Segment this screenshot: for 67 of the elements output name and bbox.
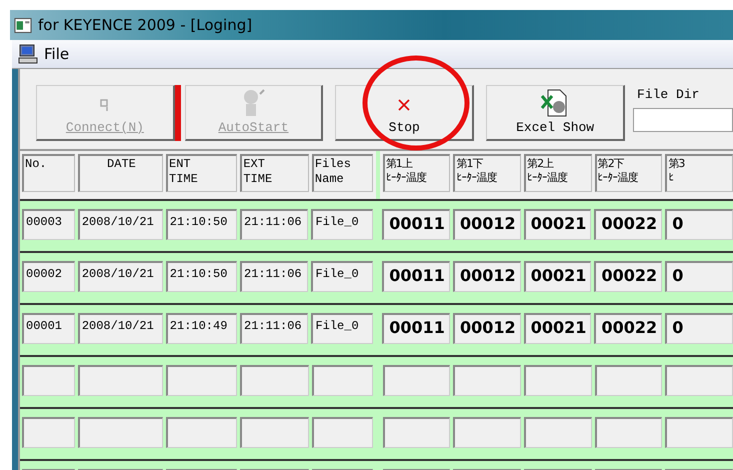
column-header: 第3 ﾋ — [665, 154, 733, 192]
table-cell: 21:11:06 — [240, 261, 308, 292]
table-cell: 21:11:06 — [240, 313, 308, 344]
table-cell: 00011 — [382, 209, 450, 240]
file-dir-label: File Dir — [637, 87, 700, 102]
table-cell: 00003 — [22, 209, 75, 240]
app-icon — [14, 18, 32, 32]
empty-cell — [524, 365, 592, 396]
column-header: EXT TIME — [240, 154, 309, 192]
empty-cell — [594, 365, 662, 396]
empty-cell — [312, 365, 374, 396]
close-icon — [397, 98, 412, 112]
column-header: 第2上 ﾋｰﾀｰ温度 — [524, 154, 592, 192]
table-cell: 0 — [665, 261, 733, 292]
empty-cell — [240, 365, 309, 396]
table-cell: 21:11:06 — [240, 209, 308, 240]
table-cell: 00002 — [22, 261, 75, 292]
column-header: ENT TIME — [166, 154, 238, 192]
empty-cell — [524, 417, 592, 448]
table-cell: File_0 — [311, 313, 373, 344]
table-cell: 21:10:50 — [166, 261, 237, 292]
table-cell: 00012 — [452, 209, 521, 240]
table-cell: 0 — [665, 313, 733, 344]
column-header: 第1上 ﾋｰﾀｰ温度 — [382, 154, 450, 192]
table-cell: 21:10:50 — [166, 209, 237, 240]
table-cell: File_0 — [311, 209, 373, 240]
table-cell: 00022 — [594, 261, 662, 292]
column-header: 第1下 ﾋｰﾀｰ温度 — [453, 154, 522, 192]
empty-cell — [453, 417, 522, 448]
empty-cell — [312, 417, 374, 448]
empty-cell — [382, 365, 450, 396]
stop-button[interactable]: Stop — [335, 85, 474, 141]
empty-cell — [166, 365, 238, 396]
column-header: 第2下 ﾋｰﾀｰ温度 — [594, 154, 662, 192]
excel-button[interactable]: Excel Show — [486, 85, 626, 141]
empty-cell — [665, 365, 733, 396]
file-dir-field[interactable] — [633, 108, 733, 132]
table-cell: 00022 — [594, 313, 662, 344]
empty-cell — [22, 417, 75, 448]
table-cell: 00012 — [452, 313, 521, 344]
column-header: DATE — [78, 154, 164, 192]
empty-cell — [22, 365, 75, 396]
computer-icon — [18, 44, 38, 64]
empty-cell — [665, 417, 733, 448]
table-cell: 00022 — [594, 209, 662, 240]
window-title: for KEYENCE 2009 - [Loging] — [38, 16, 252, 34]
table-cell: 00021 — [524, 261, 592, 292]
table-cell: 00021 — [524, 313, 592, 344]
column-header: No. — [22, 154, 75, 192]
empty-cell — [453, 365, 522, 396]
table-cell: 21:10:49 — [166, 313, 237, 344]
table-cell: 00021 — [524, 209, 592, 240]
table-cell: 2008/10/21 — [78, 261, 163, 292]
table-cell: File_0 — [311, 261, 373, 292]
table-cell: 00001 — [22, 313, 75, 344]
table-cell: 00011 — [382, 261, 450, 292]
table-cell: 2008/10/21 — [78, 313, 163, 344]
table-cell: 00011 — [382, 313, 450, 344]
table-cell: 00012 — [452, 261, 521, 292]
empty-cell — [166, 417, 238, 448]
empty-cell — [382, 417, 450, 448]
column-header: Files Name — [312, 154, 374, 192]
table-cell: 0 — [665, 209, 733, 240]
menu-item[interactable]: File — [44, 45, 70, 63]
table-cell: 2008/10/21 — [78, 209, 163, 240]
empty-cell — [594, 417, 662, 448]
empty-cell — [240, 417, 309, 448]
